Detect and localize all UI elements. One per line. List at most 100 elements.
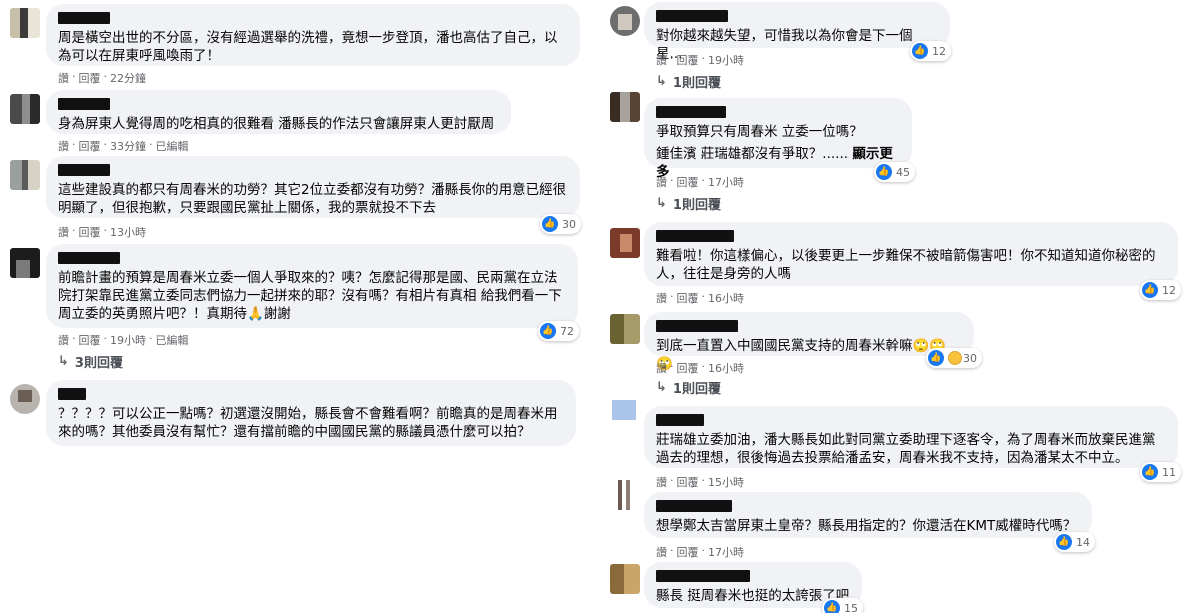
like-reaction-icon: 👍 xyxy=(1056,534,1072,550)
reply-arrow-icon: ↳ xyxy=(58,354,69,369)
commenter-name-redacted[interactable] xyxy=(656,414,704,426)
separator: · xyxy=(670,290,674,303)
left-comment-column: 周是橫空出世的不分區，沒有經過選舉的洗禮，竟想一步登頂，潘也高估了自己，以為可以… xyxy=(0,0,590,613)
comment-bubble: 前瞻計畫的預算是周春米立委一個人爭取來的？咦？怎麼記得那是國、民兩黨在立法院打架… xyxy=(46,244,578,328)
separator: · xyxy=(701,360,706,373)
edited-label: 已編輯 xyxy=(155,140,189,153)
view-replies-link[interactable]: ↳ 1則回覆 xyxy=(656,378,721,397)
reply-link[interactable]: 回覆 xyxy=(677,360,699,376)
reply-link[interactable]: 回覆 xyxy=(79,70,101,86)
reply-link[interactable]: 回覆 xyxy=(677,474,699,490)
commenter-name-redacted[interactable] xyxy=(656,570,750,582)
avatar[interactable] xyxy=(610,564,640,594)
separator: · xyxy=(670,360,674,373)
avatar[interactable] xyxy=(10,160,40,190)
avatar[interactable] xyxy=(10,8,40,38)
comment-bubble: 身為屏東人覺得周的吃相真的很難看 潘縣長的作法只會讓屏東人更討厭周 xyxy=(46,90,511,134)
timestamp[interactable]: 33分鐘 xyxy=(110,138,146,154)
separator: · xyxy=(670,52,674,65)
comment-actions: 讚 · 回覆 · 19小時 · 已編輯 xyxy=(58,332,189,348)
timestamp[interactable]: 16小時 xyxy=(708,360,744,376)
like-link[interactable]: 讚 xyxy=(58,332,69,348)
avatar[interactable] xyxy=(610,228,640,258)
comment-actions: 讚 · 回覆 · 19小時 xyxy=(656,52,744,68)
reaction-count[interactable]: 👍 45 xyxy=(874,162,915,182)
commenter-name-redacted[interactable] xyxy=(58,252,120,264)
comment-bubble: 這些建設真的都只有周春米的功勞？其它2位立委都沒有功勞？潘縣長你的用意已經很明顯… xyxy=(46,156,580,218)
like-link[interactable]: 讚 xyxy=(656,360,667,376)
like-link[interactable]: 讚 xyxy=(58,70,69,86)
timestamp[interactable]: 19小時 xyxy=(708,52,744,68)
reaction-count[interactable]: 👍 30 xyxy=(540,214,581,234)
timestamp[interactable]: 22分鐘 xyxy=(110,70,146,86)
separator: · xyxy=(670,544,674,557)
reply-arrow-icon: ↳ xyxy=(656,196,667,211)
commenter-name-redacted[interactable] xyxy=(656,500,732,512)
commenter-name-redacted[interactable] xyxy=(656,320,738,332)
separator: · xyxy=(103,70,108,83)
separator: · xyxy=(701,544,706,557)
reaction-count[interactable]: 👍 12 xyxy=(910,41,951,61)
timestamp[interactable]: 13小時 xyxy=(110,224,146,240)
reaction-count[interactable]: 👍 11 xyxy=(1140,462,1181,482)
commenter-name-redacted[interactable] xyxy=(58,164,110,176)
timestamp[interactable]: 15小時 xyxy=(708,474,744,490)
comment-bubble: 莊瑞雄立委加油，潘大縣長如此對同黨立委助理下逐客令，為了周春米而放棄民進黨過去的… xyxy=(644,406,1178,468)
avatar[interactable] xyxy=(10,248,40,278)
like-link[interactable]: 讚 xyxy=(656,474,667,490)
like-link[interactable]: 讚 xyxy=(58,138,69,154)
avatar[interactable] xyxy=(610,398,640,428)
separator: · xyxy=(701,174,706,187)
reaction-count[interactable]: 👍 72 xyxy=(538,321,579,341)
commenter-name-redacted[interactable] xyxy=(58,98,110,110)
reply-link[interactable]: 回覆 xyxy=(79,138,101,154)
comment-bubble: 難看啦！你這樣偏心，以後要更上一步難保不被暗箭傷害吧！你不知道知道你秘密的人，往… xyxy=(644,222,1178,286)
like-reaction-icon: 👍 xyxy=(542,216,558,232)
comment-bubble: 爭取預算只有周春米 立委一位嗎？ 鍾佳濱 莊瑞雄都沒有爭取？...... 顯示更… xyxy=(644,98,912,180)
avatar[interactable] xyxy=(10,384,40,414)
avatar[interactable] xyxy=(610,480,640,510)
commenter-name-redacted[interactable] xyxy=(656,230,734,242)
reply-link[interactable]: 回覆 xyxy=(79,224,101,240)
reaction-count[interactable]: 👍 15 xyxy=(822,598,863,613)
separator: · xyxy=(103,138,108,151)
right-comment-column: 對你越來越失望，可惜我以為你會是下一個星... 👍 12 讚 · 回覆 · 19小時… xyxy=(600,0,1200,613)
avatar[interactable] xyxy=(610,314,640,344)
like-link[interactable]: 讚 xyxy=(656,52,667,68)
timestamp[interactable]: 17小時 xyxy=(708,174,744,190)
reply-link[interactable]: 回覆 xyxy=(79,332,101,348)
commenter-name-redacted[interactable] xyxy=(58,12,110,24)
separator: · xyxy=(149,138,153,151)
like-link[interactable]: 讚 xyxy=(656,174,667,190)
reaction-number: 30 xyxy=(963,351,977,365)
view-replies-link[interactable]: ↳ 1則回覆 xyxy=(656,72,721,91)
commenter-name-redacted[interactable] xyxy=(58,388,86,400)
reaction-count[interactable]: 👍 30 xyxy=(926,348,982,368)
comment-text-line: 鍾佳濱 莊瑞雄都沒有爭取？...... xyxy=(656,146,849,162)
reply-link[interactable]: 回覆 xyxy=(677,174,699,190)
comment-actions: 讚 · 回覆 · 16小時 xyxy=(656,360,744,376)
comment-bubble: 對你越來越失望，可惜我以為你會是下一個星... xyxy=(644,2,950,62)
avatar[interactable] xyxy=(610,6,640,36)
reaction-number: 12 xyxy=(1162,283,1176,297)
separator: · xyxy=(701,474,706,487)
reply-link[interactable]: 回覆 xyxy=(677,290,699,306)
timestamp[interactable]: 19小時 xyxy=(110,332,146,348)
timestamp[interactable]: 16小時 xyxy=(708,290,744,306)
timestamp[interactable]: 17小時 xyxy=(708,544,744,560)
like-link[interactable]: 讚 xyxy=(656,544,667,560)
commenter-name-redacted[interactable] xyxy=(656,10,728,22)
view-replies-link[interactable]: ↳ 1則回覆 xyxy=(656,194,721,213)
avatar[interactable] xyxy=(10,94,40,124)
like-reaction-icon: 👍 xyxy=(824,600,840,613)
separator: · xyxy=(149,332,153,345)
reaction-count[interactable]: 👍 14 xyxy=(1054,532,1095,552)
avatar[interactable] xyxy=(610,92,640,122)
view-replies-link[interactable]: ↳ 3則回覆 xyxy=(58,352,123,371)
like-link[interactable]: 讚 xyxy=(656,290,667,306)
commenter-name-redacted[interactable] xyxy=(656,106,726,118)
reply-link[interactable]: 回覆 xyxy=(677,544,699,560)
reaction-count[interactable]: 👍 12 xyxy=(1140,280,1181,300)
like-link[interactable]: 讚 xyxy=(58,224,69,240)
reply-link[interactable]: 回覆 xyxy=(677,52,699,68)
